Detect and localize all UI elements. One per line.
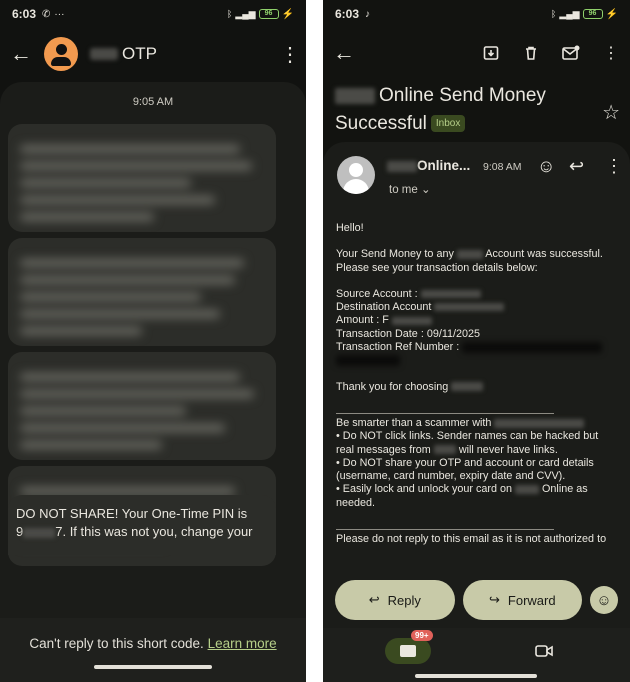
status-time: 6:03 [335,7,360,21]
charging-icon: ⚡ [281,8,294,20]
battery-icon: 96 [582,9,603,19]
sender-avatar[interactable] [337,156,375,194]
delete-icon[interactable] [522,44,540,62]
conversation-header: ← OTP ⋮ [0,34,306,74]
bottom-navigation: 99+ [323,628,630,682]
mark-unread-icon[interactable] [562,44,580,62]
forward-icon: ↪ [489,592,500,607]
recipient-dropdown[interactable]: to me ⌄ [389,182,431,196]
status-bar: 6:03 ♪ ᛒ ▂▄▆ 96 ⚡ [323,0,630,28]
email-subject: Online Send Money Successful Inbox [335,85,546,134]
conversation-title: OTP [122,44,157,63]
short-code-notice: Can't reply to this short code. [29,636,204,651]
chevron-down-icon: ⌄ [420,184,431,196]
forward-button[interactable]: ↪ Forward [462,580,583,620]
back-arrow-icon[interactable]: ← [333,40,361,66]
avatar[interactable] [44,37,78,71]
email-body: Hello! Your Send Money to any Account wa… [336,222,607,546]
learn-more-link[interactable]: Learn more [208,636,277,651]
more-options-icon[interactable]: ⋮ [602,44,620,62]
mail-icon [400,645,416,657]
reply-actions-bar: ↩ Reply ↪ Forward ☺ [323,572,630,628]
thread-timestamp: 9:05 AM [132,96,174,108]
message-bubble[interactable] [8,238,276,346]
bluetooth-icon: ᛒ [550,9,557,19]
star-icon[interactable]: ☆ [602,100,620,125]
divider [336,412,554,414]
bluetooth-icon: ᛒ [226,9,233,19]
archive-icon[interactable] [482,44,500,62]
video-call-icon[interactable] [535,644,553,661]
sms-screen: 6:03 ✆ ··· ᛒ ▂▄▆ 96 ⚡ ← OTP ⋮ 9:05 AM DO… [0,0,306,682]
otp-message-line: DO NOT SHARE! Your One-Time PIN is [16,506,248,521]
email-message: Online... 9:08 AM to me ⌄ ☺ ↩ ⋮ Hello! Y… [323,142,630,640]
status-time: 6:03 [12,7,37,21]
more-options-icon[interactable]: ⋮ [280,42,300,67]
mail-tab[interactable] [385,638,431,664]
more-notifications-icon: ··· [54,8,65,20]
tiktok-icon: ♪ [365,8,371,20]
back-arrow-icon[interactable]: ← [10,41,38,67]
inbox-label-chip[interactable]: Inbox [430,115,466,133]
more-options-icon[interactable]: ⋮ [605,156,623,177]
otp-message-bubble[interactable]: DO NOT SHARE! Your One-Time PIN is 9 7. I… [8,495,276,555]
reply-disabled-footer: Can't reply to this short code. Learn mo… [0,618,306,682]
signal-icon: ▂▄▆ [559,8,580,19]
gesture-bar[interactable] [415,674,537,678]
redacted-pin [23,527,56,538]
screenshot-divider [306,0,323,682]
reply-icon: ↩ [368,592,380,607]
unread-count-badge: 99+ [411,630,433,641]
gesture-bar[interactable] [94,665,212,669]
email-time: 9:08 AM [483,161,522,173]
whatsapp-icon: ✆ [42,8,51,20]
redacted-sender [90,48,118,60]
status-bar: 6:03 ✆ ··· ᛒ ▂▄▆ 96 ⚡ [0,0,306,28]
reply-arrow-icon[interactable]: ↩ [569,156,584,177]
signal-icon: ▂▄▆ [235,8,256,19]
battery-icon: 96 [258,9,279,19]
message-bubble[interactable] [8,352,276,460]
emoji-reaction-button[interactable]: ☺ [590,586,618,614]
divider [336,529,554,531]
sender-row: Online... 9:08 AM to me ⌄ ☺ ↩ ⋮ [337,156,623,198]
emoji-react-icon[interactable]: ☺ [537,156,555,177]
message-bubble[interactable] [8,124,276,232]
email-screen: 6:03 ♪ ᛒ ▂▄▆ 96 ⚡ ← ⋮ Online Send Money [323,0,630,682]
charging-icon: ⚡ [605,8,618,20]
sender-name[interactable]: Online... [387,158,470,173]
reply-button[interactable]: ↩ Reply [335,580,455,620]
redacted-bank-name [335,87,375,104]
email-toolbar: ← ⋮ [323,34,630,72]
